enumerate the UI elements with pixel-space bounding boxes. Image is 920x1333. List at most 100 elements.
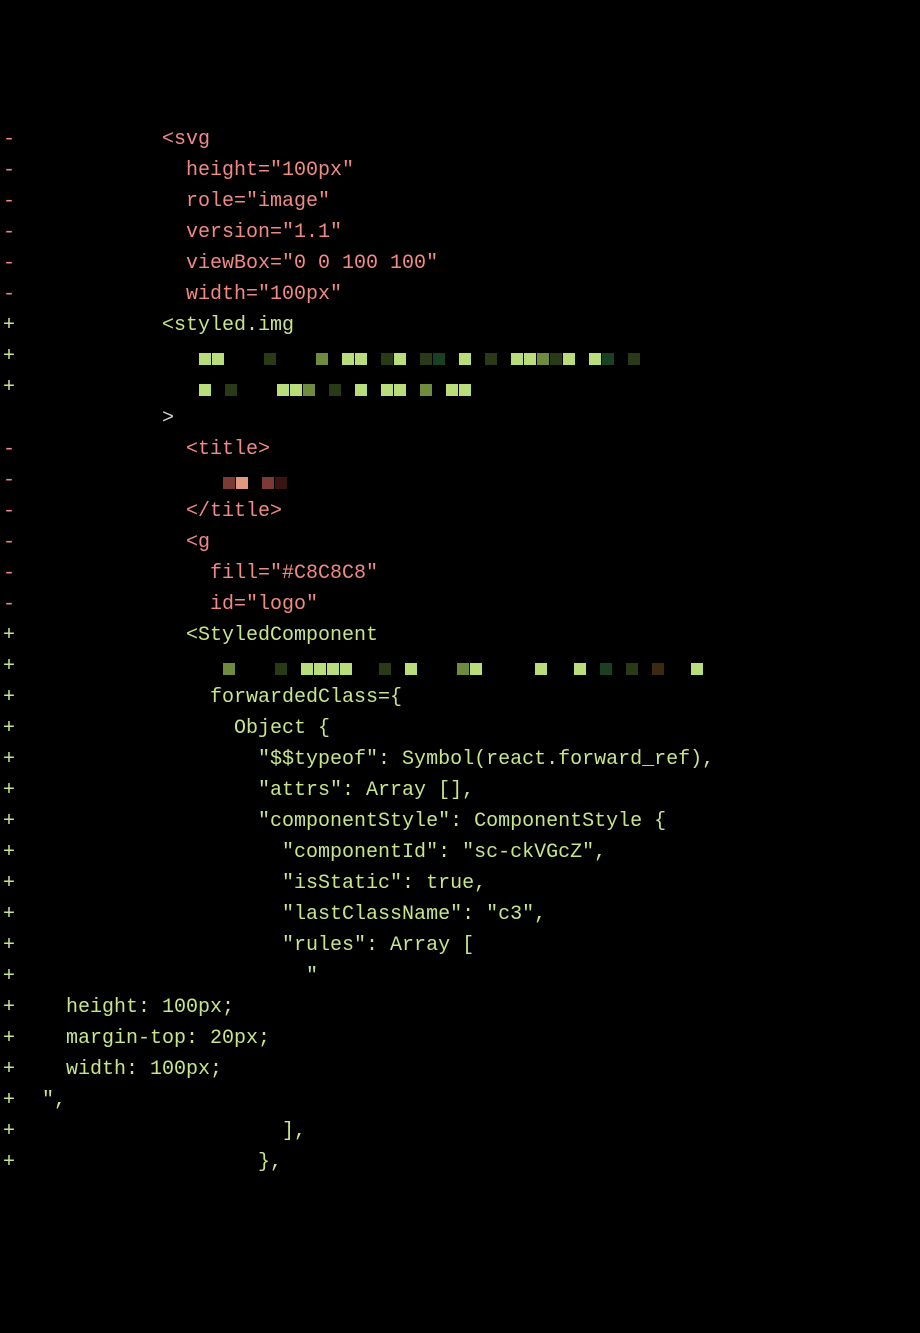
diff-marker: - xyxy=(0,496,42,527)
diff-code xyxy=(42,341,920,372)
diff-marker: + xyxy=(0,620,42,651)
diff-marker: + xyxy=(0,372,42,403)
diff-marker: - xyxy=(0,434,42,465)
diff-code: </title> xyxy=(42,496,920,527)
diff-line: +", xyxy=(0,1085,920,1116)
diff-marker: + xyxy=(0,1116,42,1147)
diff-marker: + xyxy=(0,837,42,868)
diff-code: height="100px" xyxy=(42,155,920,186)
diff-line: + xyxy=(0,341,920,372)
diff-marker: + xyxy=(0,651,42,682)
diff-code: forwardedClass={ xyxy=(42,682,920,713)
diff-marker: + xyxy=(0,682,42,713)
diff-marker: + xyxy=(0,1054,42,1085)
diff-line: + "componentStyle": ComponentStyle { xyxy=(0,806,920,837)
diff-line: - fill="#C8C8C8" xyxy=(0,558,920,589)
diff-marker xyxy=(0,403,42,434)
diff-marker: + xyxy=(0,341,42,372)
diff-marker: + xyxy=(0,1147,42,1178)
diff-code: <g xyxy=(42,527,920,558)
diff-line: + "rules": Array [ xyxy=(0,930,920,961)
diff-line: + "componentId": "sc-ckVGcZ", xyxy=(0,837,920,868)
diff-code: height: 100px; xyxy=(42,992,920,1023)
diff-code xyxy=(42,372,920,403)
diff-marker: + xyxy=(0,744,42,775)
diff-line: - height="100px" xyxy=(0,155,920,186)
diff-line: + width: 100px; xyxy=(0,1054,920,1085)
diff-view: - <svg- height="100px"- role="image"- ve… xyxy=(0,124,920,1178)
diff-line: + Object { xyxy=(0,713,920,744)
diff-line: + "isStatic": true, xyxy=(0,868,920,899)
diff-marker: + xyxy=(0,806,42,837)
diff-code: " xyxy=(42,961,920,992)
diff-line: + }, xyxy=(0,1147,920,1178)
diff-line: - viewBox="0 0 100 100" xyxy=(0,248,920,279)
diff-code: > xyxy=(42,403,920,434)
diff-line: + "attrs": Array [], xyxy=(0,775,920,806)
diff-line: - id="logo" xyxy=(0,589,920,620)
diff-marker: - xyxy=(0,465,42,496)
diff-code: "lastClassName": "c3", xyxy=(42,899,920,930)
diff-marker: + xyxy=(0,930,42,961)
diff-line: + height: 100px; xyxy=(0,992,920,1023)
diff-code: width: 100px; xyxy=(42,1054,920,1085)
diff-marker: + xyxy=(0,899,42,930)
diff-line: - </title> xyxy=(0,496,920,527)
diff-line: - <title> xyxy=(0,434,920,465)
diff-marker: - xyxy=(0,124,42,155)
diff-code: "isStatic": true, xyxy=(42,868,920,899)
diff-marker: + xyxy=(0,713,42,744)
diff-line: - role="image" xyxy=(0,186,920,217)
diff-marker: - xyxy=(0,279,42,310)
diff-marker: - xyxy=(0,155,42,186)
diff-code: <StyledComponent xyxy=(42,620,920,651)
diff-code: version="1.1" xyxy=(42,217,920,248)
diff-code: "componentId": "sc-ckVGcZ", xyxy=(42,837,920,868)
diff-code: fill="#C8C8C8" xyxy=(42,558,920,589)
diff-line: - xyxy=(0,465,920,496)
diff-code: "$$typeof": Symbol(react.forward_ref), xyxy=(42,744,920,775)
diff-line: > xyxy=(0,403,920,434)
diff-line: + "lastClassName": "c3", xyxy=(0,899,920,930)
diff-line: + " xyxy=(0,961,920,992)
diff-code xyxy=(42,465,920,496)
diff-marker: - xyxy=(0,217,42,248)
diff-marker: - xyxy=(0,589,42,620)
diff-marker: + xyxy=(0,775,42,806)
diff-code: width="100px" xyxy=(42,279,920,310)
diff-line: + <styled.img xyxy=(0,310,920,341)
diff-line: - version="1.1" xyxy=(0,217,920,248)
diff-code: "attrs": Array [], xyxy=(42,775,920,806)
diff-marker: - xyxy=(0,248,42,279)
diff-code: viewBox="0 0 100 100" xyxy=(42,248,920,279)
diff-code: }, xyxy=(42,1147,920,1178)
diff-marker: + xyxy=(0,992,42,1023)
diff-code xyxy=(42,651,920,682)
diff-marker: + xyxy=(0,310,42,341)
diff-code: margin-top: 20px; xyxy=(42,1023,920,1054)
diff-code: <svg xyxy=(42,124,920,155)
diff-marker: - xyxy=(0,558,42,589)
diff-code: Object { xyxy=(42,713,920,744)
diff-line: - <svg xyxy=(0,124,920,155)
diff-marker: + xyxy=(0,1023,42,1054)
diff-line: - width="100px" xyxy=(0,279,920,310)
diff-line: + xyxy=(0,651,920,682)
diff-code: id="logo" xyxy=(42,589,920,620)
diff-code: "rules": Array [ xyxy=(42,930,920,961)
diff-marker: - xyxy=(0,527,42,558)
diff-code: <styled.img xyxy=(42,310,920,341)
diff-line: + forwardedClass={ xyxy=(0,682,920,713)
diff-line: + margin-top: 20px; xyxy=(0,1023,920,1054)
diff-line: + <StyledComponent xyxy=(0,620,920,651)
diff-line: + "$$typeof": Symbol(react.forward_ref), xyxy=(0,744,920,775)
diff-line: + ], xyxy=(0,1116,920,1147)
diff-code: ", xyxy=(42,1085,920,1116)
diff-code: role="image" xyxy=(42,186,920,217)
diff-line: + xyxy=(0,372,920,403)
diff-code: ], xyxy=(42,1116,920,1147)
diff-line: - <g xyxy=(0,527,920,558)
diff-marker: + xyxy=(0,1085,42,1116)
diff-marker: + xyxy=(0,868,42,899)
diff-marker: - xyxy=(0,186,42,217)
